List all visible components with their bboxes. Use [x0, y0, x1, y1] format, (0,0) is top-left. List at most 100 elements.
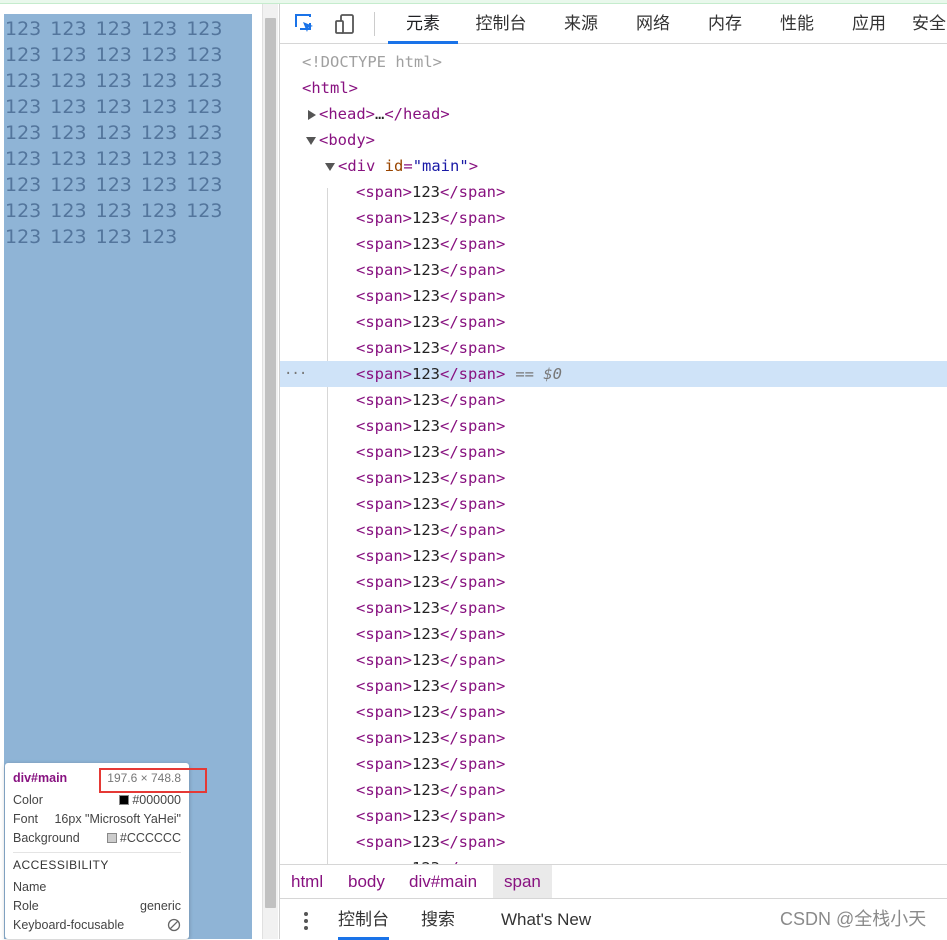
span-close-tag: </span> [440, 547, 506, 565]
span-close-tag: </span> [440, 417, 506, 435]
dom-span-selected[interactable]: ··· <span>123</span> == $0 [280, 361, 947, 387]
dom-html[interactable]: <html> [280, 75, 947, 101]
row-actions-icon[interactable]: ··· [284, 361, 307, 387]
span-open-tag: <span> [356, 651, 412, 669]
span-text: 123 [412, 833, 440, 851]
dom-span[interactable]: <span>123</span> [280, 465, 947, 491]
span-open-tag: <span> [356, 261, 412, 279]
dom-span[interactable]: <span>123</span> [280, 855, 947, 864]
dom-head[interactable]: <head>…</head> [280, 101, 947, 127]
span-text: 123 [412, 365, 440, 383]
span-text: 123 [412, 261, 440, 279]
dom-span[interactable]: <span>123</span> [280, 725, 947, 751]
head-open-tag: <head> [319, 105, 375, 123]
span-open-tag: <span> [356, 287, 412, 305]
span-text: 123 [412, 703, 440, 721]
span-open-tag: <span> [356, 183, 412, 201]
tooltip-divider [13, 852, 181, 853]
breadcrumb-body[interactable]: body [337, 865, 396, 899]
collapse-body-icon[interactable] [306, 136, 316, 145]
span-close-tag: </span> [440, 183, 506, 201]
dom-span[interactable]: <span>123</span> [280, 699, 947, 725]
tab-memory[interactable]: 内存 [690, 4, 760, 44]
span-text: 123 [412, 417, 440, 435]
expand-head-icon[interactable] [308, 109, 316, 120]
dom-span[interactable]: <span>123</span> [280, 569, 947, 595]
span-open-tag: <span> [356, 313, 412, 331]
collapse-div-icon[interactable] [325, 162, 335, 171]
span-open-tag: <span> [356, 521, 412, 539]
more-options-icon[interactable] [304, 912, 308, 930]
span-close-tag: </span> [440, 651, 506, 669]
span-open-tag: <span> [356, 781, 412, 799]
span-open-tag: <span> [356, 703, 412, 721]
tab-console[interactable]: 控制台 [466, 4, 536, 44]
page-scrollbar-thumb[interactable] [265, 18, 276, 908]
span-text: 123 [412, 573, 440, 591]
breadcrumb-span[interactable]: span [493, 865, 552, 899]
drawer-tab-search[interactable]: 搜索 [421, 899, 455, 940]
dom-span[interactable]: <span>123</span> [280, 673, 947, 699]
tooltip-color-label: Color [13, 793, 43, 807]
div-open-tag: <div [338, 157, 385, 175]
span-text: 123 [412, 339, 440, 357]
span-close-tag: </span> [440, 365, 506, 383]
dom-span[interactable]: <span>123</span> [280, 439, 947, 465]
span-open-tag: <span> [356, 209, 412, 227]
dimensions-highlight-box [99, 768, 207, 793]
tab-performance[interactable]: 性能 [762, 4, 832, 44]
dom-span[interactable]: <span>123</span> [280, 179, 947, 205]
dom-span[interactable]: <span>123</span> [280, 595, 947, 621]
breadcrumb-div-main[interactable]: div#main [398, 865, 488, 899]
devtools-panel: 元素 控制台 来源 网络 内存 性能 应用 安全 <!DOCTYPE html>… [279, 4, 947, 940]
dom-span[interactable]: <span>123</span> [280, 309, 947, 335]
tab-security[interactable]: 安全 [912, 4, 947, 44]
tooltip-font-value: 16px "Microsoft YaHei" [54, 812, 181, 826]
span-open-tag: <span> [356, 339, 412, 357]
tab-network[interactable]: 网络 [618, 4, 688, 44]
page-scrollbar[interactable] [262, 4, 278, 939]
tooltip-accessibility-heading: ACCESSIBILITY [13, 858, 109, 872]
dom-span[interactable]: <span>123</span> [280, 621, 947, 647]
dom-span[interactable]: <span>123</span> [280, 283, 947, 309]
tooltip-background-label: Background [13, 831, 80, 845]
dom-span[interactable]: <span>123</span> [280, 387, 947, 413]
tooltip-element-name: div#main [13, 771, 68, 785]
span-close-tag: </span> [440, 703, 506, 721]
dom-span[interactable]: <span>123</span> [280, 335, 947, 361]
drawer-tab-whats-new[interactable]: What's New [501, 899, 591, 940]
tooltip-role-label: Role [13, 899, 39, 913]
breadcrumb: html body div#main span [280, 864, 947, 899]
span-text: 123 [412, 391, 440, 409]
dom-div-main[interactable]: <div id="main"> [280, 153, 947, 179]
div-attr-eq: = [403, 157, 413, 175]
tooltip-role-value: generic [140, 899, 181, 913]
html-tag: <html> [302, 79, 358, 97]
span-open-tag: <span> [356, 547, 412, 565]
dom-span[interactable]: <span>123</span> [280, 751, 947, 777]
dom-span[interactable]: <span>123</span> [280, 829, 947, 855]
dom-span[interactable]: <span>123</span> [280, 231, 947, 257]
not-focusable-icon [167, 918, 181, 932]
dom-span[interactable]: <span>123</span> [280, 517, 947, 543]
tab-elements[interactable]: 元素 [388, 4, 458, 44]
dom-span[interactable]: <span>123</span> [280, 777, 947, 803]
div-attr-name: id [384, 157, 404, 175]
dom-span[interactable]: <span>123</span> [280, 803, 947, 829]
dom-body[interactable]: <body> [280, 127, 947, 153]
tooltip-background-value: #CCCCCC [119, 831, 181, 845]
inspect-element-icon[interactable] [294, 13, 316, 35]
device-toolbar-icon[interactable] [334, 13, 356, 35]
span-text: 123 [412, 495, 440, 513]
dom-span[interactable]: <span>123</span> [280, 647, 947, 673]
drawer-tab-console[interactable]: 控制台 [338, 899, 389, 940]
breadcrumb-html[interactable]: html [280, 865, 334, 899]
tab-sources[interactable]: 来源 [546, 4, 616, 44]
dom-span[interactable]: <span>123</span> [280, 205, 947, 231]
dom-doctype[interactable]: <!DOCTYPE html> [280, 49, 947, 75]
dom-span[interactable]: <span>123</span> [280, 491, 947, 517]
dom-span[interactable]: <span>123</span> [280, 257, 947, 283]
tab-application[interactable]: 应用 [834, 4, 904, 44]
dom-span[interactable]: <span>123</span> [280, 543, 947, 569]
dom-span[interactable]: <span>123</span> [280, 413, 947, 439]
